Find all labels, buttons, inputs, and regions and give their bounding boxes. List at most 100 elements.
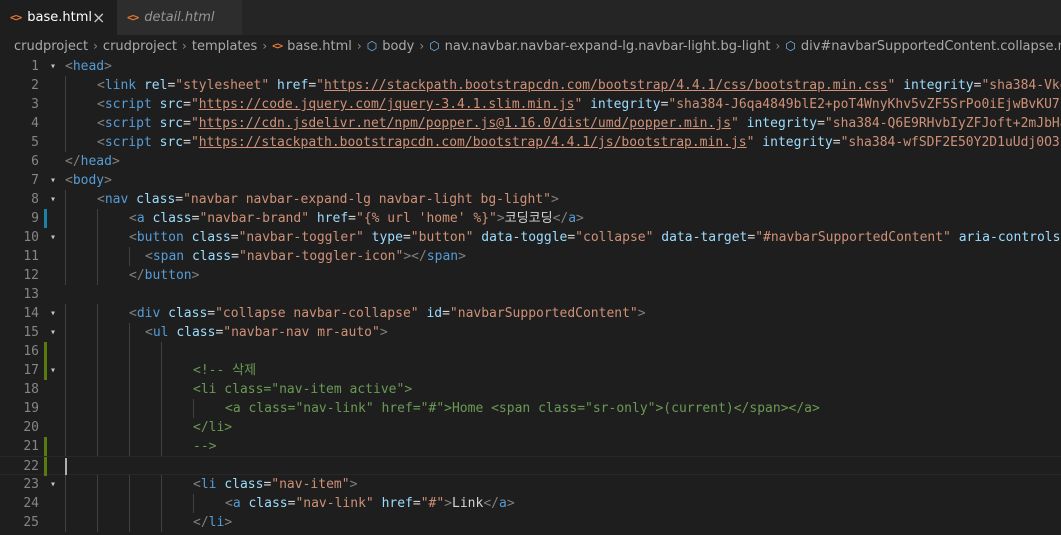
line-number: 16 [23,344,39,359]
code-line[interactable]: 5 <script src="https://stackpath.bootstra… [0,133,1061,152]
code-token: href [381,496,413,511]
code-token: body [72,173,105,188]
breadcrumb-item-div[interactable]: div#navbarSupportedContent.collapse.navb… [801,39,1061,54]
code-token: </ [129,268,145,283]
breadcrumb-item-file[interactable]: base.html [287,39,352,54]
tab-base-html[interactable]: <> base.html × [0,0,117,35]
fold-chevron-icon[interactable]: ▾ [46,57,60,76]
code-token: " [190,135,199,150]
code-line[interactable]: 9 <a class="navbar-brand" href="{% url 'h… [0,209,1061,228]
indent-guide [161,361,193,380]
code-token: = [207,306,216,321]
indent-guide [97,247,129,266]
code-line[interactable]: 7 ▾ <body> [0,171,1061,190]
diff-marker-added[interactable] [44,437,47,456]
code-token: a [568,211,577,226]
code-token: </ [483,496,499,511]
code-line[interactable]: 15 ▾ <ul class="navbar-nav mr-auto"> [0,323,1061,342]
code-editor[interactable]: 1 ▾ <head> 2 <link rel="stylesheet" href="ht… [0,57,1061,535]
code-line[interactable]: 20 </li> [0,418,1061,437]
code-token: < [97,78,105,93]
indent-guide [129,342,161,361]
code-token: src [159,116,184,131]
breadcrumb-item-body[interactable]: body [382,39,414,54]
diff-marker-modified[interactable] [44,209,47,228]
code-line[interactable]: 1 ▾ <head> [0,57,1061,76]
fold-chevron-icon[interactable]: ▾ [46,304,60,323]
code-line[interactable]: 19 <a class="nav-link" href="#">Home <spa… [0,399,1061,418]
code-token: < [129,306,137,321]
indent-guide [65,76,97,95]
fold-chevron-icon[interactable]: ▾ [46,323,60,342]
code-content: <script src="https://cdn.jsdelivr.net/np… [65,114,1061,133]
indent-guide [97,418,129,437]
breadcrumb-item-templates[interactable]: templates [192,39,257,54]
code-content: </li> [65,418,232,437]
code-token: https://stackpath.bootstrapcdn.com/boots… [324,78,888,93]
code-line[interactable]: 14 ▾ <div class="collapse navbar-collapse"… [0,304,1061,323]
code-content: <link rel="stylesheet" href="https://sta… [65,76,1061,95]
code-token: nav [104,192,129,207]
editor-tab-bar: <> base.html × <> detail.html [0,0,1061,35]
fold-chevron-icon[interactable]: ▾ [46,190,60,209]
breadcrumb-item-nav[interactable]: nav.navbar.navbar-expand-lg.navbar-light… [445,39,771,54]
fold-chevron-icon[interactable]: ▾ [46,475,60,494]
code-line[interactable]: 10 ▾ <button class="navbar-toggler" type="… [0,228,1061,247]
code-line[interactable]: 17 ▾ <!-- 삭제 [0,361,1061,380]
code-line[interactable]: 11 <span class="navbar-toggler-icon"></sp… [0,247,1061,266]
symbol-element-icon: ⬡ [785,39,796,53]
tab-label: detail.html [144,10,215,25]
code-content: <body> [65,171,112,190]
diff-marker-added[interactable] [44,342,47,361]
code-line[interactable]: 8 ▾ <nav class="navbar navbar-expand-lg na… [0,190,1061,209]
code-line[interactable]: 24 <a class="nav-link" href="#">Link</a> [0,494,1061,513]
chevron-right-icon: › [775,39,781,53]
code-line[interactable]: 4 <script src="https://cdn.jsdelivr.net/n… [0,114,1061,133]
code-token: <a class="nav-link" href="#">Home <span … [225,401,820,416]
breadcrumb-item-app[interactable]: crudproject [103,39,177,54]
code-token: "navbar-toggler" [238,230,364,245]
fold-chevron-icon[interactable]: ▾ [46,228,60,247]
code-line[interactable]: 16 [0,342,1061,361]
breadcrumb: crudproject › crudproject › templates › … [0,35,1061,57]
indent-guide [193,399,225,418]
line-number: 23 [23,477,39,492]
line-number: 17 [23,363,39,378]
fold-chevron-icon[interactable]: ▾ [46,171,60,190]
indent-guide [161,342,193,361]
diff-marker-added[interactable] [44,457,47,476]
breadcrumb-item-project[interactable]: crudproject [14,39,88,54]
code-line[interactable]: 3 <script src="https://code.jquery.com/jq… [0,95,1061,114]
code-line[interactable]: 13 [0,285,1061,304]
tab-detail-html[interactable]: <> detail.html [117,0,243,35]
code-line[interactable]: 22 [0,456,1061,476]
indent-guide [161,399,193,418]
line-number: 22 [23,459,39,474]
code-token: = [442,306,450,321]
code-token: class [191,249,232,264]
close-icon[interactable]: × [92,9,105,26]
code-line[interactable]: 21 --> [0,437,1061,456]
code-line[interactable]: 2 <link rel="stylesheet" href="https://st… [0,76,1061,95]
code-token: = [231,249,239,264]
code-content: --> [65,437,216,456]
code-token: "button" [410,230,474,245]
code-line[interactable]: 12 </button> [0,266,1061,285]
code-line[interactable]: 6 </head> [0,152,1061,171]
code-line[interactable]: 23 ▾ <li class="nav-item"> [0,475,1061,494]
indent-guide [193,494,225,513]
fold-chevron-icon[interactable]: ▾ [46,361,60,380]
code-line[interactable]: 25 </li> [0,513,1061,532]
code-token: > [104,59,112,74]
code-token: span [152,249,185,264]
chevron-right-icon: › [419,39,425,53]
code-line[interactable]: 18 <li class="nav-item active"> [0,380,1061,399]
code-token: "#" [420,496,445,511]
indent-guide [65,114,97,133]
code-token: < [225,496,233,511]
